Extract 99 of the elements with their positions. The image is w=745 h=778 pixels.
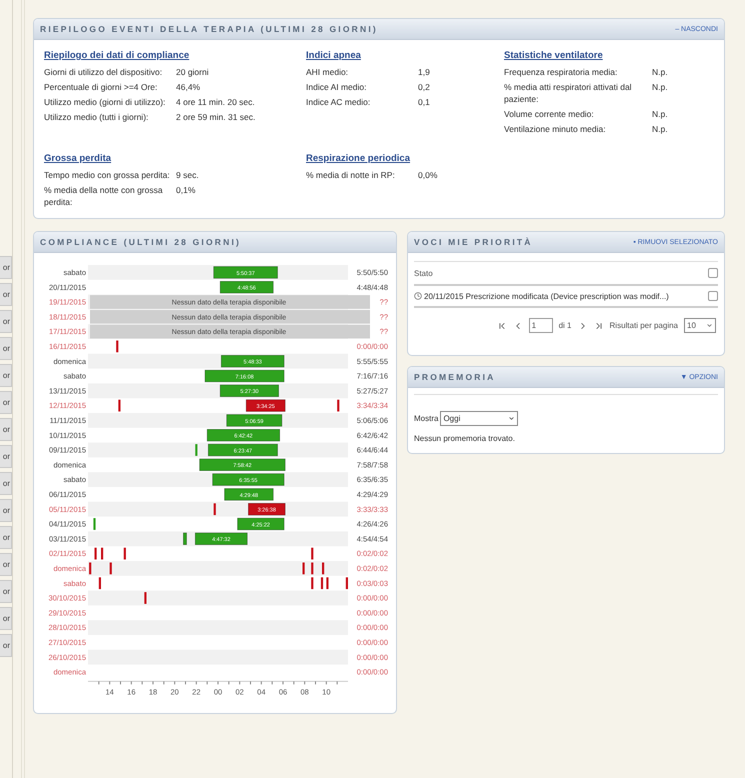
usage-bar xyxy=(311,577,314,590)
side-tab[interactable]: or xyxy=(0,445,12,468)
stat-value: N.p. xyxy=(652,66,669,78)
side-tab[interactable]: or xyxy=(0,337,12,360)
page-input[interactable]: 1 xyxy=(528,318,553,333)
checkbox[interactable] xyxy=(708,291,718,301)
side-tab[interactable]: or xyxy=(0,553,12,576)
usage-bar xyxy=(311,562,314,574)
clock-icon xyxy=(414,292,422,300)
last-page-icon[interactable] xyxy=(594,320,604,330)
stat-label: Ventilazione minuto media: xyxy=(504,123,607,135)
usage-bar xyxy=(195,444,198,456)
side-tab[interactable]: or xyxy=(0,526,12,549)
usage-bar xyxy=(326,577,328,590)
stat-value: 0,2 xyxy=(418,81,431,93)
usage-bar xyxy=(220,281,274,294)
usage-bar xyxy=(98,577,101,590)
stat-value: N.p. xyxy=(652,81,669,94)
priority-item[interactable]: 20/11/2015 Prescrizione modificata (Device prescription was modif...) xyxy=(424,292,669,300)
side-tab[interactable]: or xyxy=(0,580,12,603)
usage-bar xyxy=(194,532,248,545)
stat-label: AHI medio: xyxy=(306,66,350,78)
stat-value: 2 ore 59 min. 31 sec. xyxy=(176,111,256,123)
usage-bar xyxy=(226,414,282,427)
usage-bar xyxy=(311,548,314,560)
stat-value: N.p. xyxy=(652,108,669,120)
panel-title: COMPLIANCE (ULTIMI 28 GIORNI) xyxy=(40,237,242,247)
usage-bar xyxy=(214,503,216,516)
usage-bar xyxy=(213,266,278,279)
stat-value: N.p. xyxy=(652,123,669,135)
stat-label: Utilizzo medio (tutti i giorni): xyxy=(44,111,150,123)
column-header: Stato xyxy=(414,268,433,278)
usage-bar xyxy=(118,400,120,412)
section-heading: Indici apnea xyxy=(306,50,362,61)
usage-bar xyxy=(93,518,96,530)
per-page-select[interactable]: 10 xyxy=(684,318,716,333)
usage-bar xyxy=(237,518,284,530)
side-tab[interactable]: or xyxy=(0,607,12,630)
stat-label: Indice AC medio: xyxy=(306,96,372,108)
stat-label: Volume corrente medio: xyxy=(504,108,595,120)
usage-bar xyxy=(144,592,146,604)
stat-label: Frequenza respiratoria media: xyxy=(504,66,618,78)
usage-bar xyxy=(224,488,274,501)
usage-bar xyxy=(320,577,324,590)
usage-bar xyxy=(94,548,97,560)
usage-bar xyxy=(302,562,305,574)
side-tab[interactable]: or xyxy=(0,472,12,495)
panel-title: RIEPILOGO EVENTI DELLA TERAPIA (ULTIMI 28 GIORNI) xyxy=(40,24,378,34)
page-count: di 1 xyxy=(558,321,572,330)
section-heading: Grossa perdita xyxy=(44,153,112,164)
usage-bar xyxy=(220,355,284,368)
side-tab[interactable]: or xyxy=(0,256,12,279)
stat-label: % media atti respiratori attivati dal paziente: xyxy=(504,81,633,105)
usage-bar xyxy=(101,548,104,560)
stat-label: % media della notte con grossa perdita: xyxy=(44,184,164,208)
side-tab[interactable]: or xyxy=(0,391,12,414)
section-heading: Respirazione periodica xyxy=(306,153,412,164)
usage-bar xyxy=(246,399,286,412)
empty-message: Nessun promemoria trovato. xyxy=(414,434,516,443)
side-tab[interactable]: or xyxy=(0,364,12,387)
usage-bar xyxy=(110,562,112,574)
filter-label: Mostra xyxy=(414,414,438,423)
panel-title: VOCI MIE PRIORITÀ xyxy=(414,237,533,247)
usage-bar xyxy=(89,562,92,574)
filter-select[interactable]: Oggi xyxy=(440,411,518,426)
stat-label: Percentuale di giorni >=4 Ore: xyxy=(44,81,158,93)
usage-bar xyxy=(248,503,286,516)
usage-bar xyxy=(322,562,324,574)
checkbox[interactable] xyxy=(708,268,718,278)
stat-label: Giorni di utilizzo del dispositivo: xyxy=(44,66,164,78)
usage-bar xyxy=(183,532,187,545)
usage-bar xyxy=(208,444,278,456)
stat-label: % media di notte in RP: xyxy=(306,169,396,181)
section-heading: Statistiche ventilatore xyxy=(504,50,604,61)
usage-bar xyxy=(220,384,279,397)
side-tab[interactable]: or xyxy=(0,283,12,306)
stat-value: 4 ore 11 min. 20 sec. xyxy=(176,96,256,108)
usage-bar xyxy=(116,340,118,352)
stat-label: Utilizzo medio (giorni di utilizzo): xyxy=(44,96,166,108)
stat-value: 0,1% xyxy=(176,184,196,197)
stat-value: 1,9 xyxy=(418,66,431,78)
stat-value: 9 sec. xyxy=(176,169,200,181)
side-tab[interactable]: or xyxy=(0,310,12,333)
side-tab[interactable]: or xyxy=(0,499,12,522)
stat-value: 46,4% xyxy=(176,81,202,93)
first-page-icon[interactable] xyxy=(496,320,507,330)
side-tab[interactable]: or xyxy=(0,418,12,441)
usage-bar xyxy=(124,548,126,560)
usage-bar xyxy=(346,577,348,590)
usage-bar xyxy=(337,400,340,412)
panel-title: PROMEMORIA xyxy=(414,372,496,382)
stat-label: Tempo medio con grossa perdita: xyxy=(44,169,171,181)
per-page-label: Risultati per pagina xyxy=(610,321,678,330)
stat-value: 0,0% xyxy=(418,169,438,181)
stat-value: 20 giorni xyxy=(176,66,210,78)
stat-value: 0,1 xyxy=(418,96,431,108)
stat-label: Indice AI medio: xyxy=(306,81,368,93)
section-heading: Riepilogo dei dati di compliance xyxy=(44,50,190,61)
side-tab[interactable]: or xyxy=(0,634,12,657)
